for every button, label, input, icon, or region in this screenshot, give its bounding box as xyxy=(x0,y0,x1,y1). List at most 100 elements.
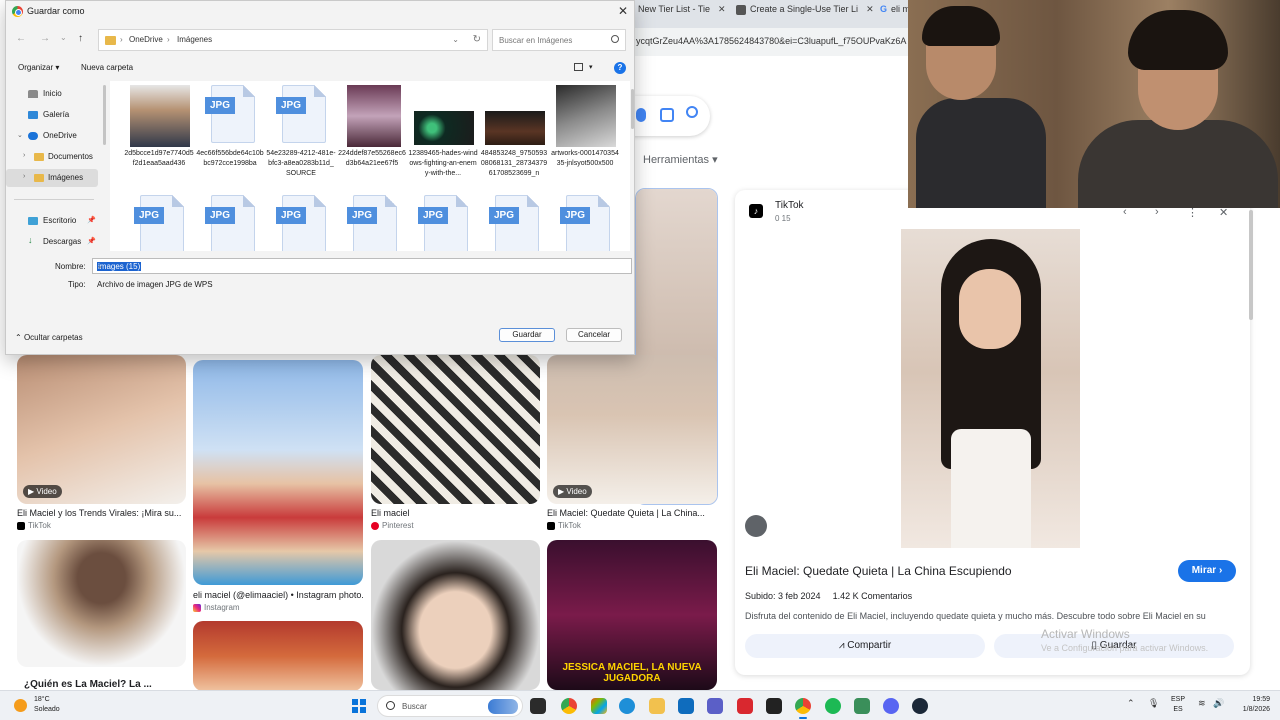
breadcrumb-imagenes[interactable]: Imágenes xyxy=(177,35,212,44)
lens-search-icon[interactable] xyxy=(745,515,767,537)
preview-image[interactable] xyxy=(901,229,1080,548)
organize-menu[interactable]: Organizar ▾ xyxy=(18,63,59,72)
wps-icon[interactable] xyxy=(737,698,753,714)
chevron-down-icon[interactable]: ⌄ xyxy=(97,262,627,270)
result-tile[interactable] xyxy=(193,360,363,585)
edge-icon[interactable] xyxy=(619,698,635,714)
result-tile[interactable]: JESSICA MACIEL, LA NUEVA JUGADORA xyxy=(547,540,717,690)
dialog-titlebar[interactable]: Guardar como ✕ xyxy=(6,1,634,23)
volume-icon[interactable]: 🔊 xyxy=(1213,698,1224,709)
close-icon[interactable]: ✕ xyxy=(718,4,726,14)
result-tile[interactable]: ▶ Video xyxy=(547,355,717,504)
view-options-icon[interactable] xyxy=(574,63,583,71)
steam-icon[interactable] xyxy=(912,698,928,714)
jpg-file-icon: JPG xyxy=(134,195,186,251)
back-arrow-icon[interactable]: ← xyxy=(16,33,26,44)
close-icon[interactable]: ✕ xyxy=(866,4,874,14)
chrome-active-icon[interactable] xyxy=(795,698,811,719)
discord-icon[interactable] xyxy=(883,698,899,714)
chevron-down-icon[interactable]: ⌄ xyxy=(60,33,67,42)
search-icon[interactable] xyxy=(686,106,698,118)
preview-meta: Subido: 3 feb 2024 1.42 K Comentarios xyxy=(745,591,913,601)
dialog-title: Guardar como xyxy=(27,6,85,16)
result-tile[interactable]: ▶ Video xyxy=(17,355,186,504)
copilot-icon[interactable] xyxy=(591,698,607,714)
weather-temp[interactable]: 18°C xyxy=(34,696,50,703)
weather-condition[interactable]: Soleado xyxy=(34,706,60,713)
file-explorer-icon[interactable] xyxy=(649,698,665,714)
chevron-right-icon[interactable]: › xyxy=(23,152,25,159)
chrome-icon[interactable] xyxy=(561,698,577,714)
chevron-up-icon[interactable]: ⌃ xyxy=(1127,698,1135,709)
page-scrollbar[interactable] xyxy=(1249,210,1253,320)
image-overlay-text: JESSICA MACIEL, LA NUEVA JUGADORA xyxy=(562,662,702,684)
teams-icon[interactable] xyxy=(707,698,723,714)
result-tile[interactable] xyxy=(193,621,363,691)
nav-scrollbar[interactable] xyxy=(103,85,106,145)
spotify-icon[interactable] xyxy=(825,698,841,714)
forward-arrow-icon[interactable]: → xyxy=(40,33,50,44)
preview-title[interactable]: Eli Maciel: Quedate Quieta | La China Es… xyxy=(745,564,1012,578)
share-button[interactable]: ⩘ Compartir xyxy=(745,634,985,658)
nav-item-escritorio[interactable]: Escritorio 📌 xyxy=(6,212,98,230)
new-folder-button[interactable]: Nueva carpeta xyxy=(81,63,133,72)
result-caption[interactable]: Eli Maciel: Quedate Quieta | La China... xyxy=(547,508,717,518)
chevron-down-icon[interactable]: ⌄ xyxy=(17,131,23,139)
refresh-icon[interactable]: ↻ xyxy=(473,34,481,45)
chevron-down-icon[interactable]: ▾ xyxy=(589,63,593,71)
file-list: 2d5bcce1d97e7740d5f2d1eaa5aad436 JPG 4ec… xyxy=(110,81,630,251)
result-caption[interactable]: ¿Quién es La Maciel? La ... xyxy=(24,679,194,690)
activation-watermark-sub: Ve a Configuración para activar Windows. xyxy=(1041,643,1209,653)
nav-item-descargas[interactable]: ↓ Descargas 📌 xyxy=(6,233,98,251)
result-source: Instagram xyxy=(193,603,240,612)
tab-tier-list[interactable]: New Tier List - Tie ✕ xyxy=(638,4,726,24)
chevron-right-icon[interactable]: › xyxy=(23,173,25,180)
nav-item-galeria[interactable]: Galería xyxy=(6,106,98,124)
watch-button[interactable]: Mirar › xyxy=(1178,560,1236,582)
windows-start-icon[interactable] xyxy=(352,699,366,713)
nav-item-inicio[interactable]: Inicio xyxy=(6,85,98,103)
result-caption[interactable]: eli maciel (@elimaaciel) • Instagram pho… xyxy=(193,590,363,600)
notepad-icon[interactable] xyxy=(854,698,870,714)
image-thumbnail xyxy=(485,111,545,145)
preview-source-name[interactable]: TikTok xyxy=(775,200,804,211)
save-button[interactable]: Guardar xyxy=(499,328,555,342)
result-tile[interactable] xyxy=(17,540,186,667)
outlook-icon[interactable] xyxy=(678,698,694,714)
nav-item-documentos[interactable]: › Documentos xyxy=(6,148,98,166)
nav-item-imagenes[interactable]: › Imágenes xyxy=(6,169,98,187)
lens-icon[interactable] xyxy=(660,108,674,122)
help-icon[interactable]: ? xyxy=(614,62,626,74)
folder-search-input[interactable]: Buscar en Imágenes xyxy=(492,29,626,51)
sun-icon[interactable] xyxy=(14,699,27,712)
file-list-scrollbar[interactable] xyxy=(631,89,634,129)
close-icon[interactable]: ✕ xyxy=(618,4,628,18)
wifi-icon[interactable]: ≋ xyxy=(1198,698,1206,709)
input-language[interactable]: ESP ES xyxy=(1171,695,1185,715)
address-bar[interactable]: ycqtGrZeu4AA%3A1785624843780&ei=C3luapuf… xyxy=(630,28,920,56)
capcut-icon[interactable] xyxy=(766,698,782,714)
cancel-button[interactable]: Cancelar xyxy=(566,328,622,342)
up-arrow-icon[interactable]: ↑ xyxy=(78,33,83,44)
folder-icon xyxy=(34,153,44,161)
chevron-down-icon[interactable]: ⌄ xyxy=(452,35,459,44)
result-tile[interactable] xyxy=(371,540,540,690)
result-caption[interactable]: Eli maciel xyxy=(371,508,541,518)
tab-single-use-tier[interactable]: Create a Single-Use Tier Li ✕ xyxy=(736,4,874,24)
result-caption[interactable]: Eli Maciel y los Trends Virales: ¡Mira s… xyxy=(17,508,187,518)
microphone-icon[interactable]: 🎙 xyxy=(1148,698,1159,709)
tools-menu[interactable]: Herramientas ▾ xyxy=(643,153,718,166)
microphone-icon[interactable] xyxy=(636,108,646,122)
task-view-icon[interactable] xyxy=(530,698,546,714)
hide-folders-toggle[interactable]: ⌃ Ocultar carpetas xyxy=(15,333,83,342)
filename-input[interactable]: images (15) ⌄ xyxy=(92,258,632,274)
nav-item-onedrive[interactable]: ⌄ OneDrive xyxy=(6,127,98,145)
breadcrumb-onedrive[interactable]: OneDrive xyxy=(129,35,163,44)
system-clock[interactable]: 19:59 1/8/2026 xyxy=(1230,695,1270,715)
taskbar-search[interactable]: Buscar xyxy=(377,695,523,717)
folder-path-bar[interactable]: › OneDrive › Imágenes ⌄ ↻ xyxy=(98,29,488,51)
result-tile[interactable] xyxy=(371,355,540,504)
chevron-down-icon[interactable]: ⌄ xyxy=(97,280,627,288)
desktop-icon xyxy=(28,217,38,225)
filetype-select[interactable]: Archivo de imagen JPG de WPS ⌄ xyxy=(92,276,632,292)
